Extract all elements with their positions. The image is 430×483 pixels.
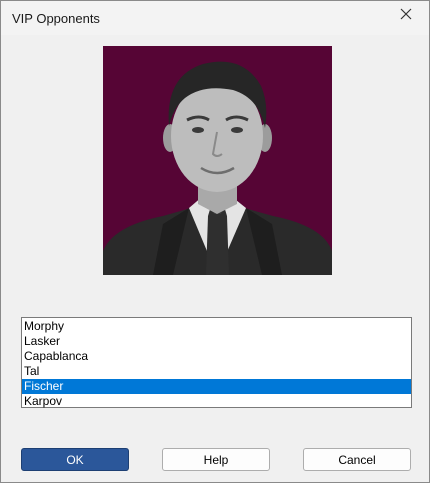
- window-title: VIP Opponents: [12, 11, 100, 26]
- cancel-button[interactable]: Cancel: [303, 448, 411, 471]
- vip-opponents-dialog: VIP Opponents Morphy Lasker Capablanca T…: [0, 0, 430, 483]
- list-item[interactable]: Morphy: [22, 319, 411, 334]
- list-item-selected[interactable]: Fischer: [22, 379, 411, 394]
- ok-button[interactable]: OK: [21, 448, 129, 471]
- help-button[interactable]: Help: [162, 448, 270, 471]
- title-bar: VIP Opponents: [1, 1, 429, 35]
- list-item[interactable]: Lasker: [22, 334, 411, 349]
- opponent-portrait: [103, 46, 332, 275]
- close-icon: [400, 8, 412, 20]
- list-item[interactable]: Karpov: [22, 394, 411, 409]
- list-item[interactable]: Tal: [22, 364, 411, 379]
- close-button[interactable]: [389, 3, 423, 25]
- list-item[interactable]: Capablanca: [22, 349, 411, 364]
- opponent-list[interactable]: Morphy Lasker Capablanca Tal Fischer Kar…: [21, 317, 412, 408]
- portrait-illustration: [103, 61, 332, 275]
